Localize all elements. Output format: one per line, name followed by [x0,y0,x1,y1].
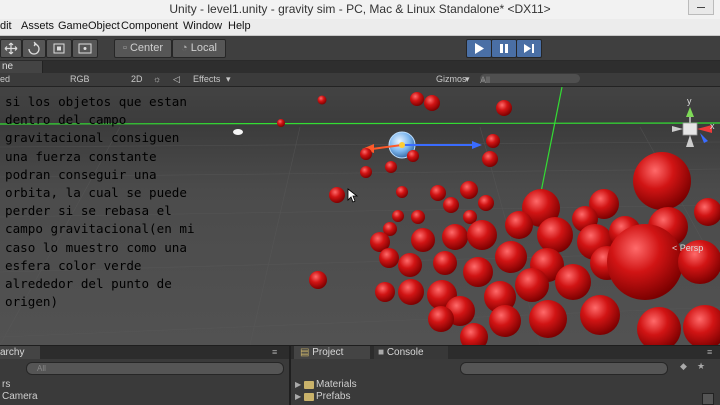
pivot-label: Center [129,42,163,54]
rect-icon [78,43,92,54]
effects-dropdown[interactable]: Effects [193,74,220,84]
mouse-cursor-icon [347,188,359,203]
orientation-gizmo[interactable] [672,107,712,147]
sun-icon[interactable]: ☼ [153,74,161,84]
gizmo-x-label: x [710,121,715,131]
tab-hierarchy[interactable]: archy [0,346,40,359]
space-local-button[interactable]: ◔ Local [172,39,226,58]
step-button[interactable] [516,39,542,58]
project-tab-label: Project [312,347,344,358]
chevron-down-icon: ▾ [465,74,470,84]
panel-menu-icon[interactable]: ≡ [707,347,712,357]
expand-arrow-icon[interactable]: ▶ [295,380,301,389]
persp-arrow-icon: < [672,243,680,253]
title-bar: Unity - level1.unity - gravity sim - PC,… [0,0,720,19]
menu-edit[interactable]: dit [0,20,12,32]
2d-toggle[interactable]: 2D [131,74,143,84]
scene-search-input[interactable]: ⌕ All [480,74,580,85]
scene-search-placeholder: All [480,75,491,85]
play-button[interactable] [466,39,492,58]
project-search-input[interactable] [460,362,668,375]
menu-help[interactable]: Help [228,20,251,32]
scene-toolbar: ed RGB 2D ☼ ◁ Effects ▾ Gizmos ▾ ⌕ All [0,73,720,87]
annotation-text: si los objetos que estan dentro del camp… [5,94,195,310]
folder-item-materials[interactable]: Materials [316,379,357,390]
rotate-tool-button[interactable] [22,39,46,58]
window-title: Unity - level1.unity - gravity sim - PC,… [169,2,551,16]
green-axis-line [537,87,563,208]
hierarchy-item-camera[interactable]: Camera [2,391,38,402]
tab-console[interactable]: ■ Console [374,346,448,359]
folder-icon: ▤ [300,347,313,358]
local-icon: ◔ [181,42,191,54]
move-tool-button[interactable] [0,39,22,58]
hierarchy-search-input[interactable]: All [26,362,284,375]
panel-menu-icon[interactable]: ≡ [272,347,277,357]
pivot-icon: ▫ [123,42,130,54]
minimize-button[interactable] [688,0,714,15]
play-icon [475,43,484,54]
hierarchy-item[interactable]: rs [2,379,10,390]
step-icon [524,44,534,53]
menu-window[interactable]: Window [183,20,222,32]
folder-icon [304,381,314,389]
gizmos-dropdown[interactable]: Gizmos [436,74,467,84]
bottom-panels: archy ≡ ▤ Project ■ Console ≡ All ◆ ★ rs… [0,345,720,405]
filter-icon[interactable]: ◆ [680,361,687,372]
menu-component[interactable]: Component [121,20,178,32]
folder-item-prefabs[interactable]: Prefabs [316,391,350,402]
rect-tool-button[interactable] [72,39,98,58]
scene-tab-strip [0,61,720,73]
scene-view[interactable]: si los objetos que estan dentro del camp… [0,87,720,345]
expand-arrow-icon[interactable]: ▶ [295,392,301,401]
scene-tab-label: ne [2,61,14,72]
menu-bar: dit Assets GameObject Component Window H… [0,19,720,36]
persp-text: Persp [679,243,704,253]
rotate-icon [28,41,40,55]
render-mode-dropdown[interactable]: RGB [70,74,90,84]
tab-scene[interactable]: ne [0,61,43,73]
audio-icon[interactable]: ◁ [173,74,180,85]
chevron-down-icon: ▾ [226,74,231,84]
pause-icon [500,44,508,53]
hierarchy-tab-label: archy [0,347,25,358]
menu-gameobject[interactable]: GameObject [58,20,120,32]
folder-icon [304,393,314,401]
console-tab-label: Console [386,347,424,358]
red-spheres [277,92,720,345]
shading-mode-dropdown[interactable]: ed [0,74,10,84]
console-icon: ■ [378,347,387,358]
move-icon [4,42,18,55]
scale-icon [53,43,65,54]
menu-assets[interactable]: Assets [21,20,54,32]
star-icon[interactable]: ★ [697,361,705,372]
scale-tool-button[interactable] [46,39,72,58]
hierarchy-search-placeholder: All [37,364,46,373]
pause-button[interactable] [491,39,517,58]
scroll-button[interactable] [702,393,714,405]
space-label: Local [190,42,217,54]
main-toolbar: ▫ Center ◔ Local [0,36,720,61]
selected-object-gizmo[interactable] [362,131,482,159]
gizmo-y-label: y [687,96,692,106]
persp-label[interactable]: < Persp [672,243,703,253]
pivot-center-button[interactable]: ▫ Center [114,39,172,58]
tab-project[interactable]: ▤ Project [294,346,370,359]
panel-divider[interactable] [289,346,291,405]
